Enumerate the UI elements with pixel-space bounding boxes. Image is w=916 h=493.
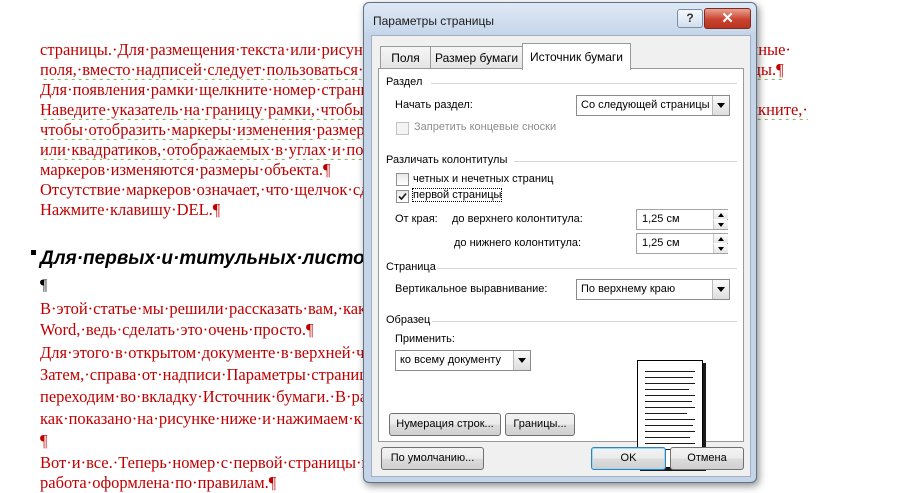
header-distance-value: 1,25 см	[642, 213, 680, 225]
page-setup-dialog: Параметры страницы ? ✕ Поля Размер бумаг…	[363, 2, 757, 483]
odd-even-label: четных и нечетных страниц	[413, 173, 554, 185]
headers-group-label: Различать колонтитулы	[386, 154, 508, 166]
tab-panel-layout: Раздел Начать раздел: Со следующей стран…	[378, 68, 744, 468]
odd-even-checkbox[interactable]	[396, 173, 409, 186]
first-page-checkbox[interactable]	[396, 190, 409, 203]
doc-heading[interactable]: Для·первых·и·титульных·листов	[40, 248, 376, 270]
heading-bullet	[31, 250, 36, 255]
header-distance-label: до верхнего колонтитула:	[452, 213, 583, 225]
vertical-align-select[interactable]: По верхнему краю	[576, 279, 730, 300]
dialog-client-area: Поля Размер бумаги Источник бумаги Разде…	[371, 35, 751, 477]
dialog-title: Параметры страницы	[373, 14, 494, 28]
footer-distance-label: до нижнего колонтитула:	[454, 237, 582, 249]
suppress-endnotes-checkbox[interactable]	[396, 122, 409, 135]
check-icon	[398, 192, 407, 201]
chevron-down-icon[interactable]	[712, 96, 729, 115]
divider	[431, 83, 737, 84]
header-distance-spinner[interactable]: 1,25 см	[636, 209, 728, 230]
apply-to-label: Применить:	[395, 333, 455, 345]
dialog-titlebar[interactable]: Параметры страницы ? ✕	[364, 3, 756, 33]
footer-distance-spinner[interactable]: 1,25 см	[636, 233, 728, 254]
apply-to-value: ко всему документу	[400, 354, 501, 366]
section-group-label: Раздел	[386, 76, 423, 88]
divider	[514, 161, 737, 162]
apply-to-select[interactable]: ко всему документу	[395, 350, 531, 371]
chevron-down-icon[interactable]	[712, 280, 729, 299]
tab-margins[interactable]: Поля	[380, 46, 431, 69]
divider	[432, 321, 737, 322]
divider	[437, 268, 737, 269]
from-edge-label: От края:	[395, 213, 438, 225]
section-start-value: Со следующей страницы	[581, 99, 710, 111]
borders-button[interactable]: Границы...	[505, 413, 575, 436]
spin-up-icon[interactable]	[713, 210, 728, 219]
cancel-button[interactable]: Отмена	[670, 447, 744, 470]
page-group-label: Страница	[386, 261, 436, 273]
spin-down-icon[interactable]	[713, 244, 728, 253]
footer-distance-value: 1,25 см	[642, 237, 680, 249]
preview-group-label: Образец	[386, 314, 431, 326]
first-page-label: первой страницы	[411, 188, 503, 202]
spin-up-icon[interactable]	[713, 234, 728, 243]
vertical-align-label: Вертикальное выравнивание:	[395, 283, 548, 295]
close-button[interactable]: ✕	[704, 8, 751, 29]
section-start-label: Начать раздел:	[395, 99, 473, 111]
paragraph-mark: ¶	[40, 277, 48, 294]
set-as-default-button[interactable]: По умолчанию...	[381, 447, 484, 470]
vertical-align-value: По верхнему краю	[581, 283, 676, 295]
tab-paper-size[interactable]: Размер бумаги	[430, 46, 523, 69]
suppress-endnotes-label: Запретить концевые сноски	[414, 121, 557, 133]
chevron-down-icon[interactable]	[513, 351, 530, 370]
tab-paper-source[interactable]: Источник бумаги	[522, 43, 631, 70]
ok-button[interactable]: OK	[591, 447, 666, 470]
section-start-select[interactable]: Со следующей страницы	[576, 95, 730, 116]
spin-down-icon[interactable]	[713, 220, 728, 229]
line-numbers-button[interactable]: Нумерация строк...	[389, 413, 501, 436]
help-button[interactable]: ?	[677, 9, 703, 28]
